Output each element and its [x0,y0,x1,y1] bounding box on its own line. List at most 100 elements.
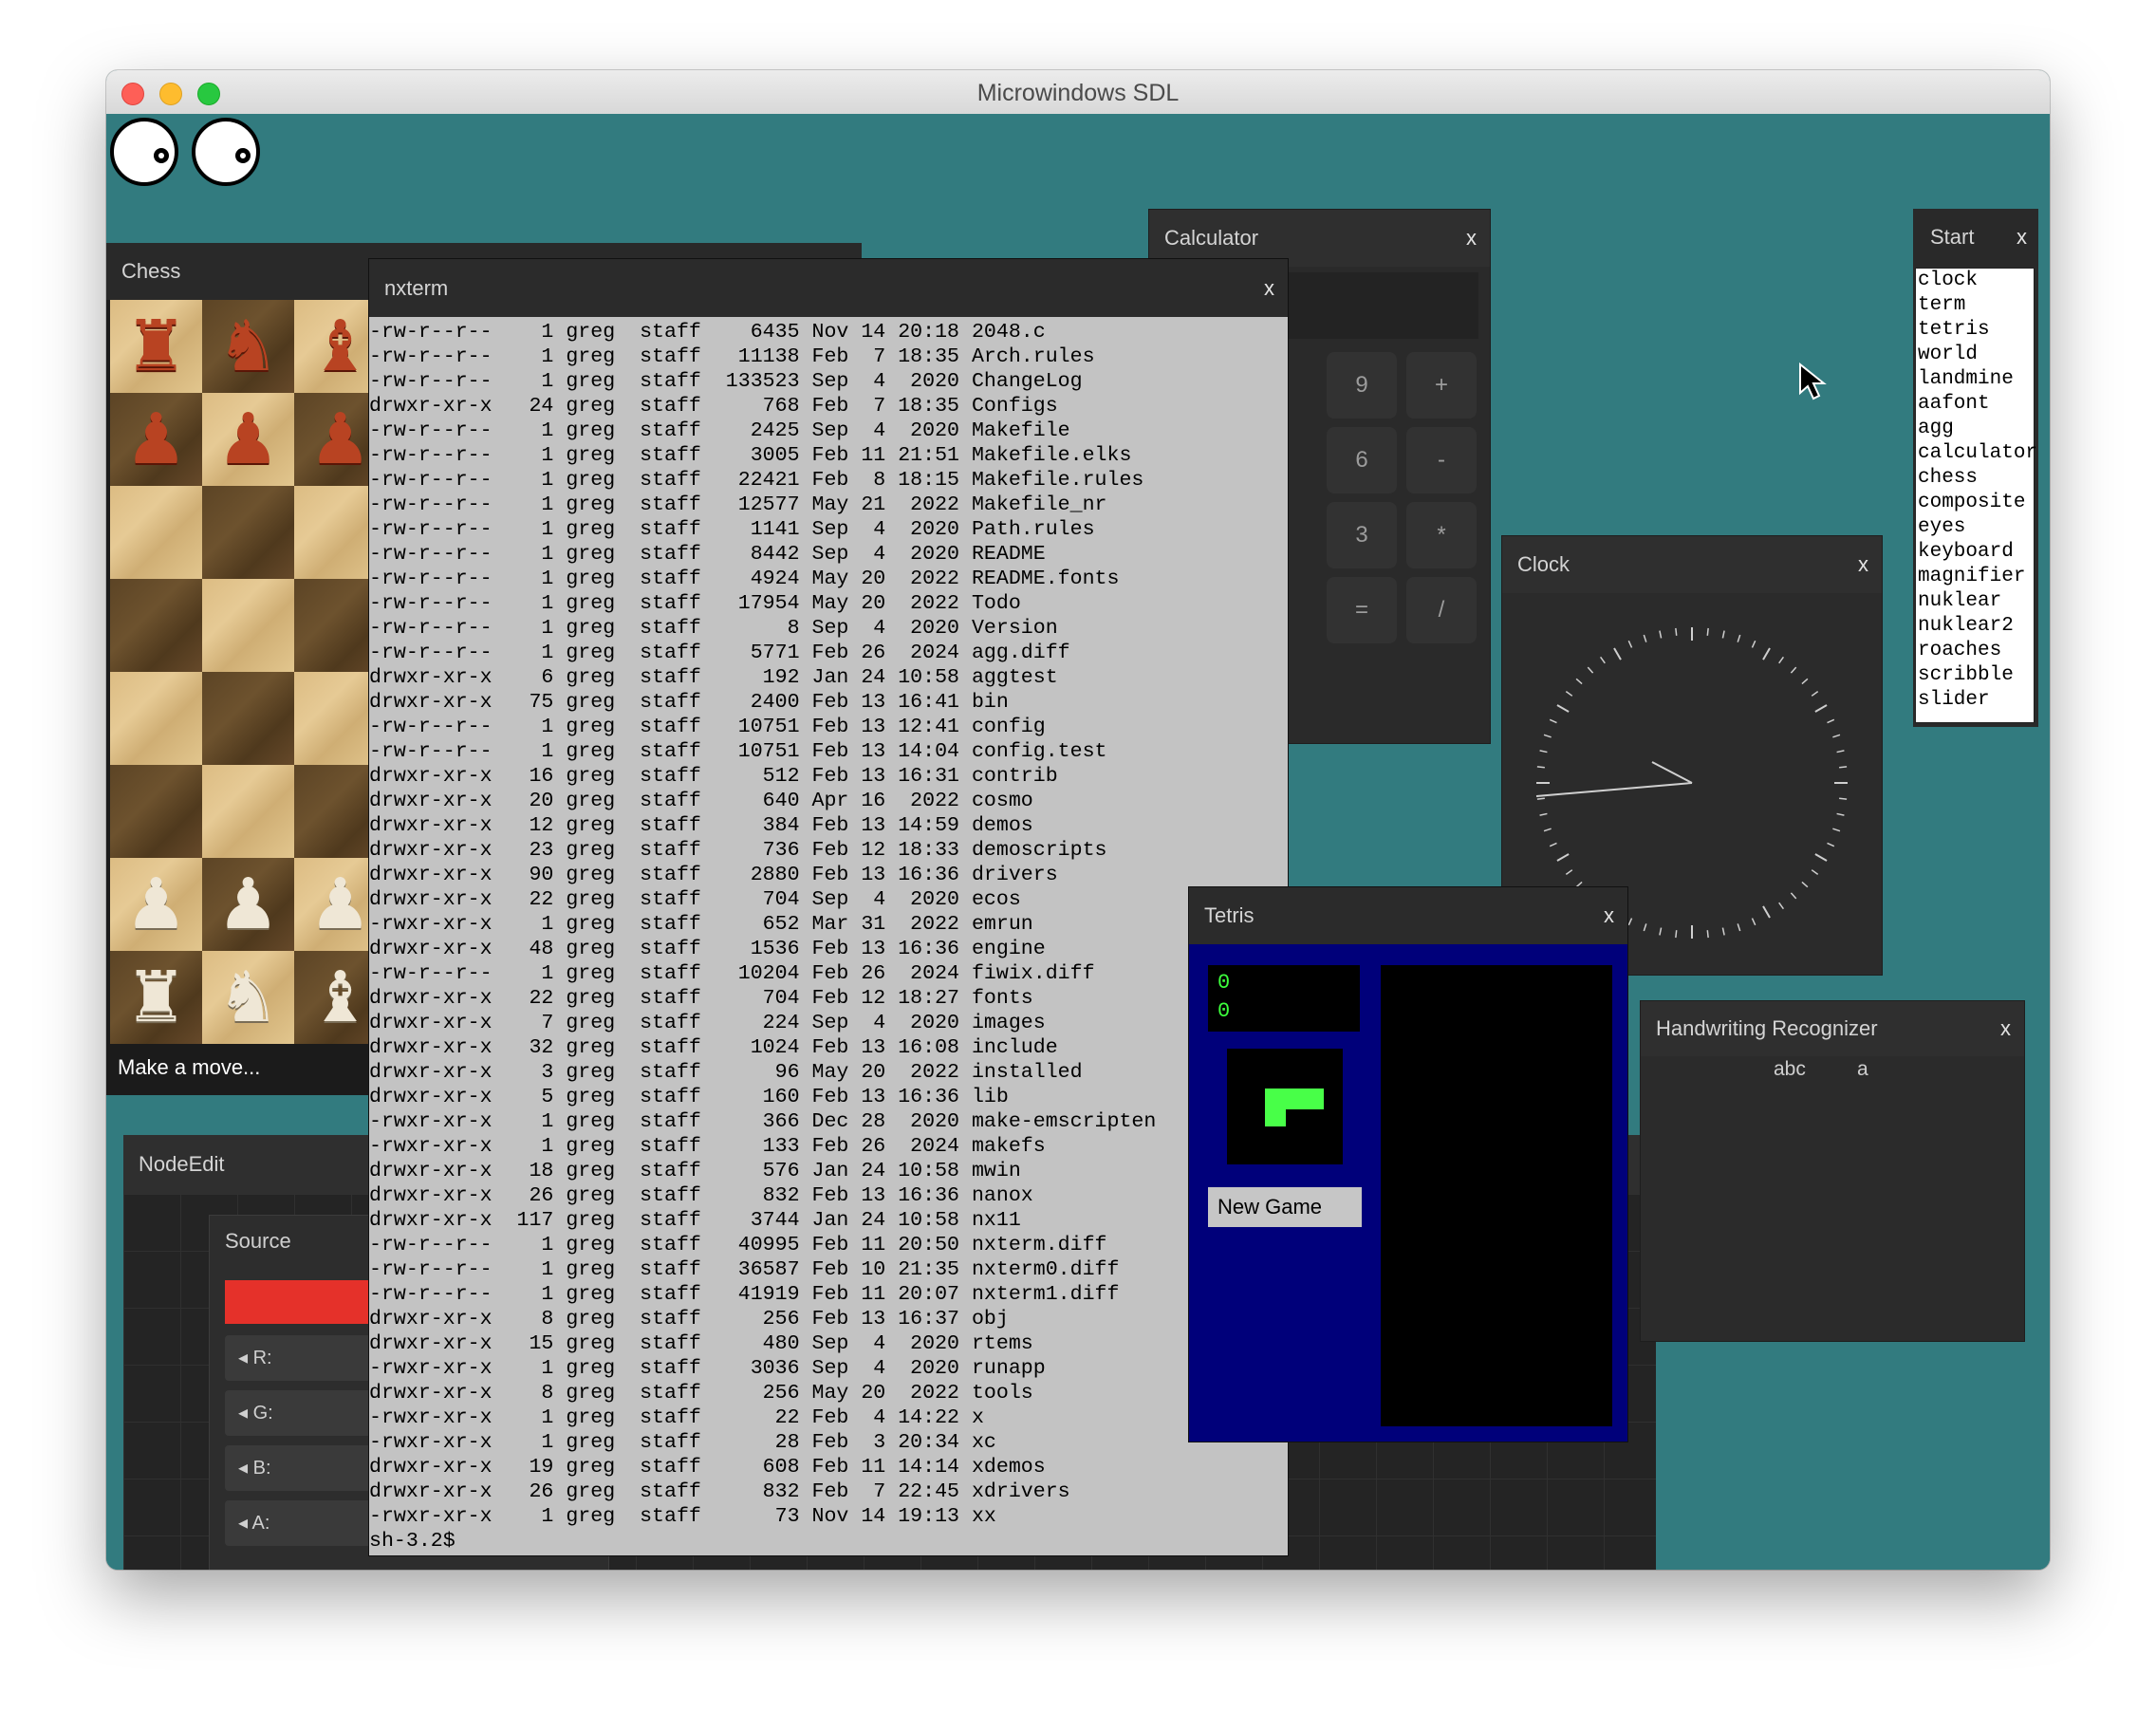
handwriting-close-button[interactable]: x [2000,1001,2011,1056]
clock-tick [1839,797,1848,800]
start-menu-item-scribble[interactable]: scribble [1916,663,2034,688]
white-pawn-icon[interactable]: ♟ [110,858,202,951]
shell-prompt: sh-3.2$ [369,1530,455,1553]
terminal-line: -rw-r--r-- 1 greg staff 41919 Feb 11 20:… [369,1283,1120,1306]
terminal-line: -rw-r--r-- 1 greg staff 4924 May 20 2022… [369,568,1120,590]
new-game-button[interactable]: New Game [1208,1187,1362,1227]
start-menu-item-magnifier[interactable]: magnifier [1916,565,2034,589]
start-menu-item-nuklear2[interactable]: nuklear2 [1916,614,2034,639]
calc-button-3[interactable]: 3 [1327,502,1397,568]
clock-tick [1643,634,1647,642]
tetris-titlebar[interactable]: Tetris x [1189,887,1627,944]
calc-button-9[interactable]: 9 [1327,352,1397,419]
start-menu-item-landmine[interactable]: landmine [1916,367,2034,392]
tetris-playfield[interactable] [1381,965,1612,1426]
black-pawn-icon[interactable]: ♟ [110,393,202,486]
clock-tick [1832,734,1841,738]
start-menu-item-clock[interactable]: clock [1916,269,2034,293]
terminal-line: -rwxr-xr-x 1 greg staff 22 Feb 4 14:22 x [369,1406,984,1429]
white-knight-icon[interactable]: ♞ [202,951,294,1044]
clock-tick [1539,750,1548,754]
blue-slider[interactable]: ◂ B: [225,1445,377,1491]
clock-tick [1643,923,1647,932]
terminal-line: drwxr-xr-x 7 greg staff 224 Sep 4 2020 i… [369,1012,1046,1034]
clock-tick [1536,797,1545,800]
white-rook-icon[interactable]: ♜ [110,951,202,1044]
calculator-title: Calculator [1164,226,1259,250]
start-menu-item-aafont[interactable]: aafont [1916,392,2034,417]
start-menu-item-slider[interactable]: slider [1916,688,2034,713]
handwriting-titlebar[interactable]: Handwriting Recognizer x [1641,1001,2024,1056]
calc-button-plus[interactable]: + [1406,352,1477,419]
tetris-window: Tetris x 0 0 New Game [1188,886,1628,1442]
start-menu-item-eyes[interactable]: eyes [1916,515,2034,540]
start-menu-item-world[interactable]: world [1916,343,2034,367]
terminal-line: -rwxr-xr-x 1 greg staff 366 Dec 28 2020 … [369,1110,1157,1133]
alpha-slider[interactable]: ◂ A: [225,1500,377,1546]
terminal-line: -rw-r--r-- 1 greg staff 133523 Sep 4 202… [369,370,1083,393]
clock-tick [1737,923,1741,932]
clock-titlebar[interactable]: Clock x [1502,536,1882,593]
terminal-line: -rw-r--r-- 1 greg staff 40995 Feb 11 20:… [369,1234,1107,1256]
clock-tick [1543,828,1552,832]
start-menu-item-roaches[interactable]: roaches [1916,639,2034,663]
terminal-output[interactable]: -rw-r--r-- 1 greg staff 6435 Nov 14 20:1… [369,317,1288,1555]
start-menu-item-chess[interactable]: chess [1916,466,2034,491]
nxterm-close-button[interactable]: x [1264,259,1274,317]
start-menu-item-keyboard[interactable]: keyboard [1916,540,2034,565]
clock-tick [1811,690,1819,697]
clock-title: Clock [1517,552,1571,576]
terminal-line: drwxr-xr-x 5 greg staff 160 Feb 13 16:36… [369,1086,1009,1108]
terminal-line: drwxr-xr-x 12 greg staff 384 Feb 13 14:5… [369,814,1033,837]
clock-tick [1613,647,1622,661]
terminal-line: drwxr-xr-x 8 greg staff 256 Feb 13 16:37… [369,1308,1009,1331]
handwriting-window: Handwriting Recognizer x abc a [1640,1000,2025,1342]
start-menu-item-nuklear[interactable]: nuklear [1916,589,2034,614]
clock-tick [1751,918,1756,926]
start-close-button[interactable]: x [2017,209,2027,266]
start-menu-item-agg[interactable]: agg [1916,417,2034,441]
window-titlebar[interactable]: Microwindows SDL [106,70,2050,115]
handwriting-mode[interactable]: abc [1774,1058,1806,1081]
clock-tick [1762,647,1771,661]
clock-tick [1549,842,1557,847]
nxterm-titlebar[interactable]: nxterm x [369,259,1288,317]
mouse-cursor-icon [1799,363,1827,400]
start-menu-item-tetris[interactable]: tetris [1916,318,2034,343]
terminal-line: drwxr-xr-x 6 greg staff 192 Jan 24 10:58… [369,666,1058,689]
clock-close-button[interactable]: x [1858,536,1868,593]
start-menu-item-term[interactable]: term [1916,293,2034,318]
tetris-title: Tetris [1204,903,1255,927]
green-slider[interactable]: ◂ G: [225,1390,377,1436]
app-window: Microwindows SDL NodeEdit Source ◂ R: ◂ … [106,70,2050,1570]
terminal-line: drwxr-xr-x 8 greg staff 256 May 20 2022 … [369,1382,1033,1405]
terminal-line: drwxr-xr-x 48 greg staff 1536 Feb 13 16:… [369,938,1046,960]
calc-button-divide[interactable]: / [1406,577,1477,643]
calc-button-minus[interactable]: - [1406,427,1477,493]
clock-tick [1587,666,1594,674]
terminal-line: -rw-r--r-- 1 greg staff 8442 Sep 4 2020 … [369,543,1046,566]
white-pawn-icon[interactable]: ♟ [202,858,294,951]
calc-button-6[interactable]: 6 [1327,427,1397,493]
black-rook-icon[interactable]: ♜ [110,300,202,393]
start-menu-item-calculator[interactable]: calculator [1916,441,2037,466]
terminal-line: drwxr-xr-x 20 greg staff 640 Apr 16 2022… [369,790,1033,812]
red-slider[interactable]: ◂ R: [225,1335,377,1381]
clock-tick [1659,927,1663,936]
terminal-line: drwxr-xr-x 22 greg staff 704 Feb 12 18:2… [369,987,1033,1010]
terminal-line: drwxr-xr-x 75 greg staff 2400 Feb 13 16:… [369,691,1009,714]
black-knight-icon[interactable]: ♞ [202,300,294,393]
terminal-line: -rw-r--r-- 1 greg staff 36587 Feb 10 21:… [369,1258,1120,1281]
terminal-line: drwxr-xr-x 16 greg staff 512 Feb 13 16:3… [369,765,1058,788]
calc-button-multiply[interactable]: * [1406,502,1477,568]
black-pawn-icon[interactable]: ♟ [202,393,294,486]
calculator-close-button[interactable]: x [1466,210,1477,267]
clock-tick [1565,869,1573,876]
terminal-line: drwxr-xr-x 15 greg staff 480 Sep 4 2020 … [369,1332,1033,1355]
tetris-close-button[interactable]: x [1604,887,1614,944]
handwriting-canvas[interactable] [1641,1092,2024,1341]
start-menu-item-composite[interactable]: composite [1916,491,2034,515]
start-titlebar[interactable]: Start x [1913,209,2038,266]
clock-tick [1801,881,1809,888]
calc-button-equals[interactable]: = [1327,577,1397,643]
